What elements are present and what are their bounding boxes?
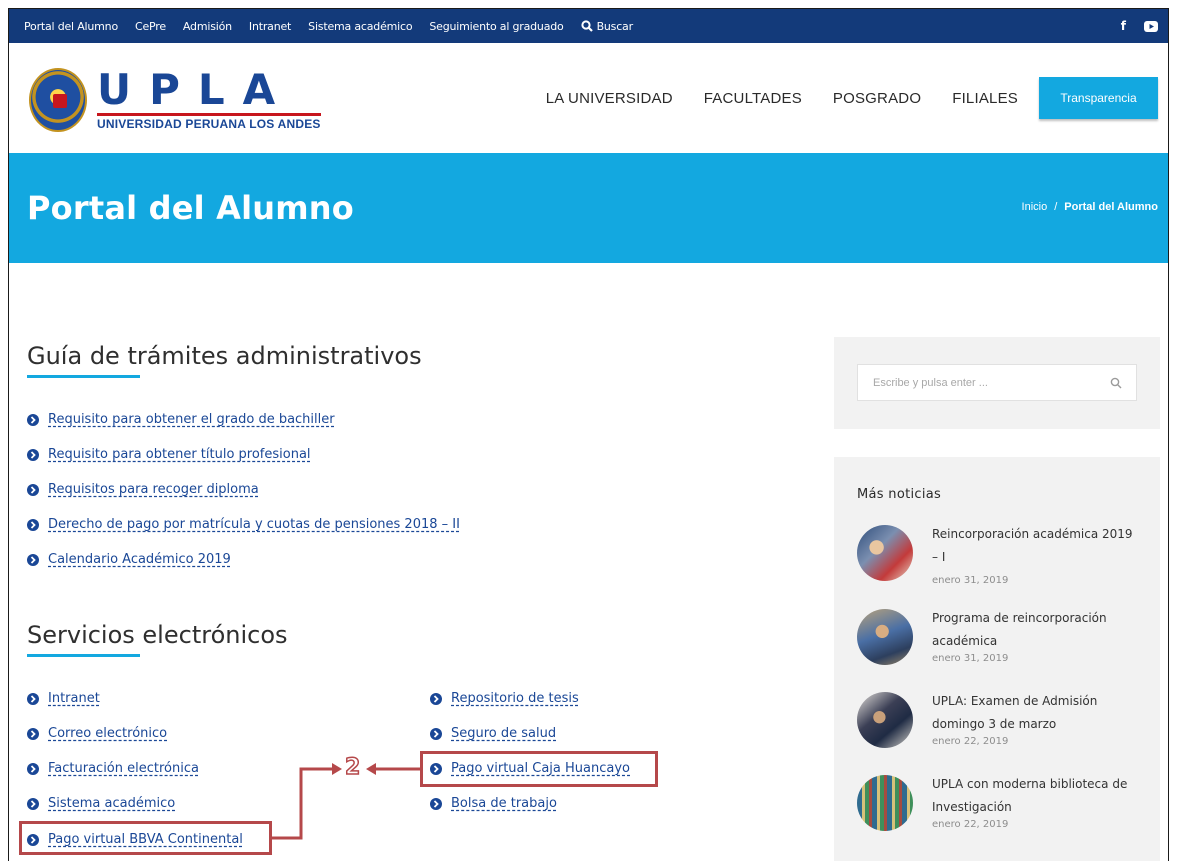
news-item[interactable]: Programa de reincorporación académica en… <box>857 607 1147 687</box>
news-date: enero 22, 2019 <box>932 819 1009 830</box>
news-thumbnail[interactable] <box>857 609 913 665</box>
sidebar-search-input[interactable]: Escribe y pulsa enter ... <box>857 364 1137 401</box>
news-title[interactable]: Reincorporación académica 2019 – I <box>932 523 1142 569</box>
news-thumbnail[interactable] <box>857 692 913 748</box>
news-item[interactable]: UPLA con moderna biblioteca de Investiga… <box>857 773 1147 853</box>
sidebar-search-widget: Escribe y pulsa enter ... <box>834 337 1160 429</box>
news-thumbnail[interactable] <box>857 525 913 581</box>
news-thumbnail[interactable] <box>857 775 913 831</box>
news-heading: Más noticias <box>857 487 942 502</box>
browser-page: Portal del Alumno CePre Admisión Intrane… <box>8 8 1169 861</box>
search-placeholder: Escribe y pulsa enter ... <box>873 376 988 389</box>
news-item[interactable]: UPLA: Examen de Admisión domingo 3 de ma… <box>857 690 1147 770</box>
news-date: enero 22, 2019 <box>932 736 1009 747</box>
sidebar-news-widget: Más noticias Reincorporación académica 2… <box>834 457 1160 861</box>
news-title[interactable]: UPLA: Examen de Admisión domingo 3 de ma… <box>932 690 1142 736</box>
news-title[interactable]: UPLA con moderna biblioteca de Investiga… <box>932 773 1142 819</box>
search-icon[interactable] <box>1110 377 1122 389</box>
news-date: enero 31, 2019 <box>932 575 1009 586</box>
news-item[interactable]: Reincorporación académica 2019 – I enero… <box>857 523 1147 603</box>
news-title[interactable]: Programa de reincorporación académica <box>932 607 1142 653</box>
news-date: enero 31, 2019 <box>932 653 1009 664</box>
annotation-step-number: 2 <box>344 754 361 781</box>
